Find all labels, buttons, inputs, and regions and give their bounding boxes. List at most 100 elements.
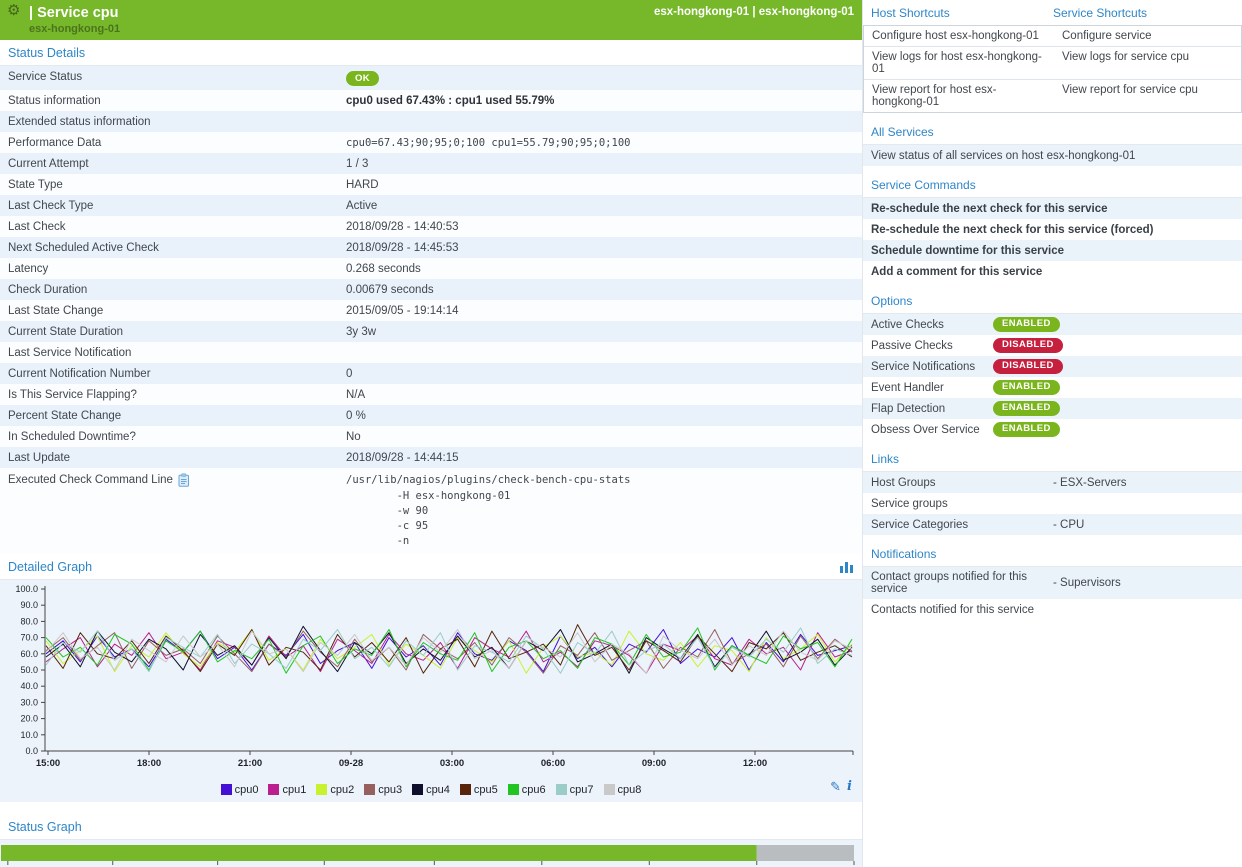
status-row-label-text: Service Status — [8, 71, 82, 83]
shortcut-row: View report for host esx-hongkong-01View… — [864, 80, 1241, 112]
service-command-link[interactable]: Re-schedule the next check for this serv… — [863, 219, 1242, 240]
option-row: Service NotificationsDISABLED — [863, 356, 1242, 377]
svg-text:03:00: 03:00 — [440, 758, 464, 769]
option-state-badge[interactable]: ENABLED — [993, 401, 1060, 416]
status-row-value: 3y 3w — [346, 321, 862, 342]
host-shortcut-link[interactable]: Configure host esx-hongkong-01 — [864, 26, 1054, 46]
option-label: Service Notifications — [871, 357, 993, 377]
service-command-link[interactable]: Schedule downtime for this service — [863, 240, 1242, 261]
status-row-label: In Scheduled Downtime? — [0, 426, 346, 447]
status-row: Last Check TypeActive — [0, 195, 862, 216]
status-row-label-text: Last State Change — [8, 305, 103, 317]
status-row-value-text: N/A — [346, 389, 365, 401]
service-shortcut-link[interactable]: View logs for service cpu — [1054, 47, 1241, 79]
service-commands-list: Re-schedule the next check for this serv… — [863, 198, 1242, 282]
legend-label: cpu8 — [618, 784, 642, 796]
status-details-table: Service StatusOKStatus informationcpu0 u… — [0, 66, 862, 554]
status-row: Last Update2018/09/28 - 14:44:15 — [0, 447, 862, 468]
host-shortcut-link[interactable]: View logs for host esx-hongkong-01 — [864, 47, 1054, 79]
svg-text:10.0: 10.0 — [20, 729, 38, 739]
gear-icon[interactable]: ⚙ — [7, 3, 20, 18]
status-row-label-text: Status information — [8, 95, 101, 107]
host-shortcut-link[interactable]: View report for host esx-hongkong-01 — [864, 80, 1054, 112]
legend-label: cpu0 — [235, 784, 259, 796]
status-row-label: Last State Change — [0, 300, 346, 321]
host-subtitle: esx-hongkong-01 — [29, 23, 120, 35]
service-shortcut-link[interactable]: Configure service — [1054, 26, 1241, 46]
options-list: Active ChecksENABLEDPassive ChecksDISABL… — [863, 314, 1242, 440]
status-row-label-text: Current Notification Number — [8, 368, 151, 380]
status-row-label: Is This Service Flapping? — [0, 384, 346, 405]
status-row-label-text: Executed Check Command Line — [8, 474, 173, 486]
link-label: Service groups — [871, 494, 1053, 514]
option-state-badge[interactable]: ENABLED — [993, 317, 1060, 332]
service-command-link[interactable]: Add a comment for this service — [863, 261, 1242, 282]
detailed-graph-heading-label: Detailed Graph — [8, 560, 92, 574]
status-row-value-text: 2015/09/05 - 19:14:14 — [346, 305, 459, 317]
status-row-value-text: 0 — [346, 368, 352, 380]
status-row-value-text: cpu0 used 67.43% : cpu1 used 55.79% — [346, 95, 554, 107]
info-icon[interactable]: i — [847, 779, 852, 794]
status-row-value-text: 1 / 3 — [346, 158, 368, 170]
detailed-graph-heading: Detailed Graph — [0, 554, 862, 580]
check-command-text: /usr/lib/nagios/plugins/check-bench-cpu-… — [346, 473, 854, 549]
status-row-label: Status information — [0, 90, 346, 111]
status-row-value: 0 % — [346, 405, 862, 426]
status-row-label: Performance Data — [0, 132, 346, 153]
status-row-value-text: HARD — [346, 179, 379, 191]
status-row-value-text: cpu0=67.43;90;95;0;100 cpu1=55.79;90;95;… — [346, 137, 630, 149]
option-row: Obsess Over ServiceENABLED — [863, 419, 1242, 440]
option-state-badge[interactable]: DISABLED — [993, 359, 1063, 374]
svg-text:0.0: 0.0 — [25, 746, 38, 756]
notification-row: Contact groups notified for this service… — [863, 567, 1242, 599]
status-row-value: No — [346, 426, 862, 447]
svg-text:70.0: 70.0 — [20, 632, 38, 642]
option-state-badge[interactable]: ENABLED — [993, 422, 1060, 437]
status-row-value: 2018/09/28 - 14:40:53 — [346, 216, 862, 237]
status-row-label-text: Extended status information — [8, 116, 151, 128]
status-row-label: Last Check Type — [0, 195, 346, 216]
svg-text:90.0: 90.0 — [20, 600, 38, 610]
legend-swatch — [460, 784, 471, 795]
link-value[interactable]: - CPU — [1053, 515, 1234, 535]
legend-label: cpu4 — [426, 784, 450, 796]
legend-swatch — [364, 784, 375, 795]
legend-label: cpu1 — [282, 784, 306, 796]
status-row: Next Scheduled Active Check2018/09/28 - … — [0, 237, 862, 258]
notification-row: Contacts notified for this service — [863, 599, 1242, 620]
status-row-label: Current State Duration — [0, 321, 346, 342]
link-value[interactable]: - ESX-Servers — [1053, 473, 1234, 493]
host-shortcuts-heading: Host Shortcuts — [871, 6, 1053, 20]
clipboard-copy-icon[interactable] — [178, 473, 191, 487]
status-row-value: N/A — [346, 384, 862, 405]
service-shortcut-link[interactable]: View report for service cpu — [1054, 80, 1241, 112]
status-row-value: 0.268 seconds — [346, 258, 862, 279]
option-label: Obsess Over Service — [871, 420, 993, 440]
svg-text:09:00: 09:00 — [642, 758, 666, 769]
status-row-label-text: Performance Data — [8, 137, 101, 149]
legend-swatch — [604, 784, 615, 795]
all-services-link[interactable]: View status of all services on host esx-… — [863, 145, 1242, 166]
status-row-value: HARD — [346, 174, 862, 195]
status-row: Current Attempt1 / 3 — [0, 153, 862, 174]
notification-value[interactable]: - Supervisors — [1053, 573, 1234, 593]
status-row-value: Active — [346, 195, 862, 216]
cpu-line-chart: 0.010.020.030.040.050.060.070.080.090.01… — [0, 583, 862, 773]
option-state-badge[interactable]: ENABLED — [993, 380, 1060, 395]
shortcuts-headings: Host Shortcuts Service Shortcuts — [863, 0, 1242, 25]
bar-chart-icon[interactable] — [840, 560, 854, 573]
status-graph-panel: 5:0018:0021:0009-2803:0006:0009:0012:00 — [0, 840, 862, 867]
options-heading: Options — [863, 282, 1242, 314]
pencil-icon[interactable]: ✎ — [830, 779, 841, 795]
main-column: ⚙ | Service cpu esx-hongkong-01 esx-hong… — [0, 0, 863, 867]
legend-label: cpu2 — [330, 784, 354, 796]
service-command-link[interactable]: Re-schedule the next check for this serv… — [863, 198, 1242, 219]
status-row-label-text: In Scheduled Downtime? — [8, 431, 136, 443]
legend-label: cpu7 — [570, 784, 594, 796]
option-state-badge[interactable]: DISABLED — [993, 338, 1063, 353]
link-value — [1053, 500, 1234, 508]
legend-item: cpu7 — [556, 784, 594, 796]
status-row-label: Last Service Notification — [0, 342, 346, 363]
shortcut-row: Configure host esx-hongkong-01Configure … — [864, 26, 1241, 47]
status-row-value: cpu0 used 67.43% : cpu1 used 55.79% — [346, 90, 862, 111]
